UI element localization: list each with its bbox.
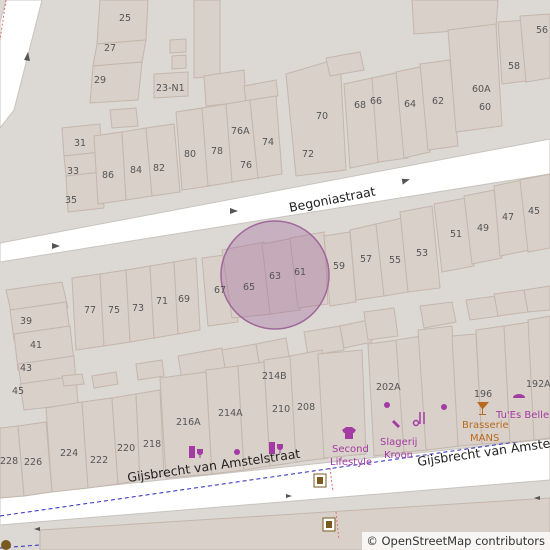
shop-dot[interactable] [384, 402, 390, 408]
svg-text:228: 228 [0, 456, 18, 467]
svg-text:210: 210 [272, 404, 290, 415]
svg-text:192A: 192A [526, 379, 550, 390]
map-canvas: Begoniastraat Gijsbrecht van Amstelstraa… [0, 0, 550, 550]
svg-text:65: 65 [243, 282, 255, 293]
svg-text:27: 27 [104, 43, 116, 54]
svg-text:77: 77 [84, 305, 96, 316]
svg-text:45: 45 [528, 206, 540, 217]
svg-text:78: 78 [211, 146, 223, 157]
svg-text:29: 29 [94, 75, 106, 86]
svg-text:72: 72 [302, 149, 314, 160]
shop-dot[interactable] [441, 404, 447, 410]
svg-text:208: 208 [297, 402, 315, 413]
svg-text:35: 35 [65, 195, 77, 206]
svg-text:202A: 202A [376, 382, 401, 393]
svg-text:226: 226 [24, 457, 42, 468]
svg-text:214B: 214B [262, 371, 287, 382]
svg-text:53: 53 [416, 248, 428, 259]
svg-text:59: 59 [333, 261, 345, 272]
svg-text:70: 70 [316, 111, 328, 122]
svg-text:67: 67 [214, 285, 226, 296]
svg-text:220: 220 [117, 443, 135, 454]
svg-text:56: 56 [536, 25, 548, 36]
svg-text:57: 57 [360, 254, 372, 265]
parking-ticket-icon[interactable] [322, 517, 336, 532]
svg-text:39: 39 [20, 316, 32, 327]
svg-text:51: 51 [450, 229, 462, 240]
svg-text:196: 196 [474, 389, 492, 400]
svg-text:218: 218 [143, 439, 161, 450]
svg-text:58: 58 [508, 61, 520, 72]
shop-dot[interactable] [234, 449, 240, 455]
svg-text:60A: 60A [472, 84, 491, 95]
svg-text:31: 31 [74, 138, 86, 149]
svg-text:47: 47 [502, 212, 514, 223]
svg-text:23-N1: 23-N1 [156, 83, 185, 94]
poi-marker[interactable] [1, 540, 11, 550]
poi-label[interactable]: MANS [470, 433, 499, 444]
svg-text:86: 86 [102, 170, 114, 181]
parking-ticket-icon[interactable] [313, 473, 327, 488]
poi-label[interactable]: Kroon [384, 450, 413, 461]
svg-text:33: 33 [67, 166, 79, 177]
svg-text:64: 64 [404, 99, 416, 110]
svg-text:84: 84 [130, 165, 142, 176]
svg-text:224: 224 [60, 448, 78, 459]
map-attribution[interactable]: © OpenStreetMap contributors [362, 532, 550, 550]
map[interactable]: Begoniastraat Gijsbrecht van Amstelstraa… [0, 0, 550, 550]
svg-text:80: 80 [184, 149, 196, 160]
svg-text:63: 63 [269, 271, 281, 282]
attribution-link[interactable]: OpenStreetMap contributors [381, 534, 545, 548]
svg-text:61: 61 [294, 267, 306, 278]
poi-label[interactable]: Lifestyle [330, 457, 372, 468]
svg-text:74: 74 [262, 137, 274, 148]
svg-text:25: 25 [119, 13, 131, 24]
svg-text:216A: 216A [176, 417, 201, 428]
svg-text:222: 222 [90, 455, 108, 466]
poi-label[interactable]: Slagerij [380, 437, 417, 448]
poi-label[interactable]: Brasserie [462, 420, 509, 431]
svg-text:55: 55 [389, 255, 401, 266]
svg-text:49: 49 [477, 223, 489, 234]
svg-text:68: 68 [354, 100, 366, 111]
svg-text:214A: 214A [218, 408, 243, 419]
svg-text:71: 71 [156, 296, 168, 307]
copyright-symbol: © [366, 534, 378, 548]
poi-label[interactable]: Tu'Es Belle [495, 410, 549, 421]
left-road[interactable] [0, 0, 43, 129]
svg-text:66: 66 [370, 96, 382, 107]
svg-text:62: 62 [432, 96, 444, 107]
svg-text:75: 75 [108, 305, 120, 316]
svg-text:69: 69 [178, 294, 190, 305]
svg-text:60: 60 [479, 102, 491, 113]
svg-text:76A: 76A [231, 126, 250, 137]
svg-text:82: 82 [153, 163, 165, 174]
svg-text:43: 43 [20, 363, 32, 374]
poi-label[interactable]: Second [332, 444, 369, 455]
svg-text:76: 76 [240, 160, 252, 171]
svg-text:41: 41 [30, 340, 42, 351]
svg-text:73: 73 [132, 303, 144, 314]
svg-text:45: 45 [12, 386, 24, 397]
